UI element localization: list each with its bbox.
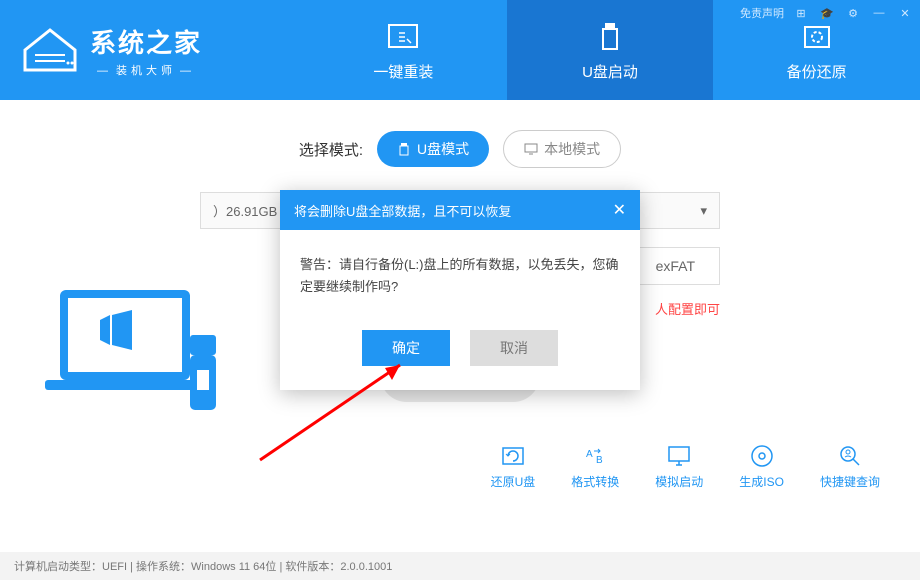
modal-body: 警告：请自行备份(L:)盘上的所有数据，以免丢失，您确定要继续制作吗? [280,230,640,330]
restore-usb-icon [500,443,526,469]
tab-usb-boot[interactable]: U盘启动 [507,0,714,100]
window-icon [385,19,421,55]
local-mode-button[interactable]: 本地模式 [503,130,621,168]
settings-icon[interactable]: ⊞ [792,4,810,22]
monitor-small-icon [524,142,538,156]
gear-icon[interactable]: ⚙ [844,4,862,22]
minimize-button[interactable]: — [870,4,888,22]
usb-mode-button[interactable]: U盘模式 [377,131,489,167]
tool-generate-iso[interactable]: 生成ISO [739,443,784,490]
usb-small-icon [397,142,411,156]
tool-simulate-boot[interactable]: 模拟启动 [655,443,703,490]
tab-reinstall[interactable]: 一键重装 [300,0,507,100]
disc-icon [749,443,775,469]
laptop-usb-illustration [40,280,240,440]
modal-close-button[interactable]: ✕ [613,200,626,220]
confirm-modal: 将会删除U盘全部数据，且不可以恢复 ✕ 警告：请自行备份(L:)盘上的所有数据，… [280,190,640,390]
svg-text:B: B [596,455,603,466]
svg-text:A: A [586,449,593,460]
titlebar-controls: 免责声明 ⊞ 🎓 ⚙ — ✕ [740,4,914,22]
close-button[interactable]: ✕ [896,4,914,22]
modal-ok-button[interactable]: 确定 [362,330,450,366]
disclaimer-link[interactable]: 免责声明 [740,5,784,21]
modal-cancel-button[interactable]: 取消 [470,330,558,366]
modal-title: 将会删除U盘全部数据，且不可以恢复 [294,201,511,220]
house-logo-icon [20,25,80,75]
logo: 系统之家 装机大师 [0,0,300,100]
tool-hotkey-query[interactable]: 快捷键查询 [820,443,880,490]
bottom-toolbar: 还原U盘 AB 格式转换 模拟启动 生成ISO 快捷键查询 [491,443,880,490]
format-convert-icon: AB [582,443,608,469]
restore-icon [799,19,835,55]
modal-footer: 确定 取消 [280,330,640,390]
monitor-icon [666,443,692,469]
usb-icon [592,19,628,55]
status-bar: 计算机启动类型：UEFI | 操作系统：Windows 11 64位 | 软件版… [0,552,920,580]
logo-title: 系统之家 [90,23,202,60]
tool-restore-usb[interactable]: 还原U盘 [491,443,536,490]
exfat-button[interactable]: exFAT [631,247,720,285]
mode-selector: 选择模式: U盘模式 本地模式 [40,130,880,168]
modal-header: 将会删除U盘全部数据，且不可以恢复 ✕ [280,190,640,230]
app-header: 系统之家 装机大师 一键重装 U盘启动 备份还原 免责声明 ⊞ 🎓 ⚙ — ✕ [0,0,920,100]
search-person-icon [837,443,863,469]
mode-label: 选择模式: [299,139,363,160]
hat-icon[interactable]: 🎓 [818,4,836,22]
tool-format-convert[interactable]: AB 格式转换 [571,443,619,490]
chevron-down-icon: ▾ [700,203,707,219]
logo-subtitle: 装机大师 [90,62,202,78]
